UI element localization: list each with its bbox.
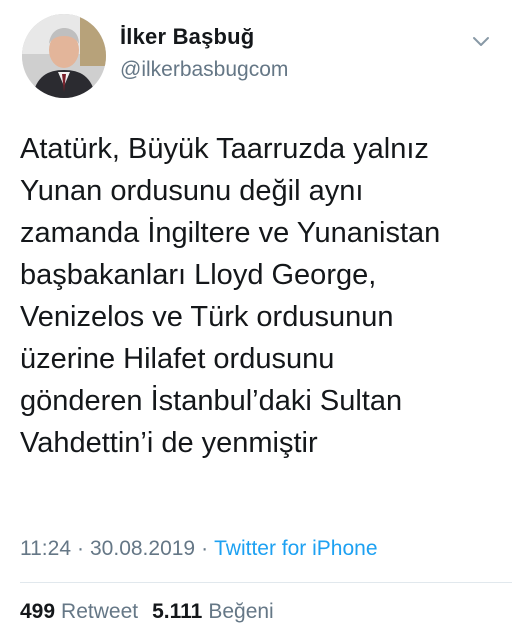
tweet-text: Atatürk, Büyük Taarruzda yalnız Yunan or… [20,128,500,464]
retweet-count: 499 [20,600,56,623]
tweet-line: Vahdettin’i de yenmiştir [20,427,318,459]
chevron-down-icon[interactable] [470,30,492,52]
retweet-label: Retweet [61,600,139,623]
like-stat[interactable]: 5.111 Beğeni [152,600,288,623]
meta-separator: · [201,537,209,560]
retweet-stat[interactable]: 499 Retweet [20,600,152,623]
author-name[interactable]: İlker Başbuğ [120,24,254,50]
like-label: Beğeni [208,600,274,623]
author-handle[interactable]: @ilkerbasbugcom [120,58,288,82]
tweet-line: üzerine Hilafet ordusunu [20,343,335,375]
tweet-stats: 499 Retweet 5.111 Beğeni [20,600,288,624]
divider [20,582,512,583]
like-count: 5.111 [152,600,203,623]
avatar[interactable] [22,14,106,98]
tweet-line: başbakanları Lloyd George, [20,259,377,291]
tweet-source-link[interactable]: Twitter for iPhone [214,537,377,560]
avatar-image [22,14,106,98]
tweet-line: Venizelos ve Türk ordusunun [20,301,394,333]
tweet-line: zamanda İngiltere ve Yunanistan [20,217,441,249]
meta-separator: · [77,537,84,560]
tweet-line: gönderen İstanbul’daki Sultan [20,385,403,417]
tweet-time[interactable]: 11:24 [20,537,71,560]
tweet-date[interactable]: 30.08.2019 [90,537,195,560]
tweet-line: Atatürk, Büyük Taarruzda yalnız [20,133,429,165]
tweet-header: İlker Başbuğ @ilkerbasbugcom [0,0,512,110]
tweet-meta: 11:24 · 30.08.2019 · Twitter for iPhone [20,537,378,561]
tweet-line: Yunan ordusunu değil aynı [20,175,364,207]
